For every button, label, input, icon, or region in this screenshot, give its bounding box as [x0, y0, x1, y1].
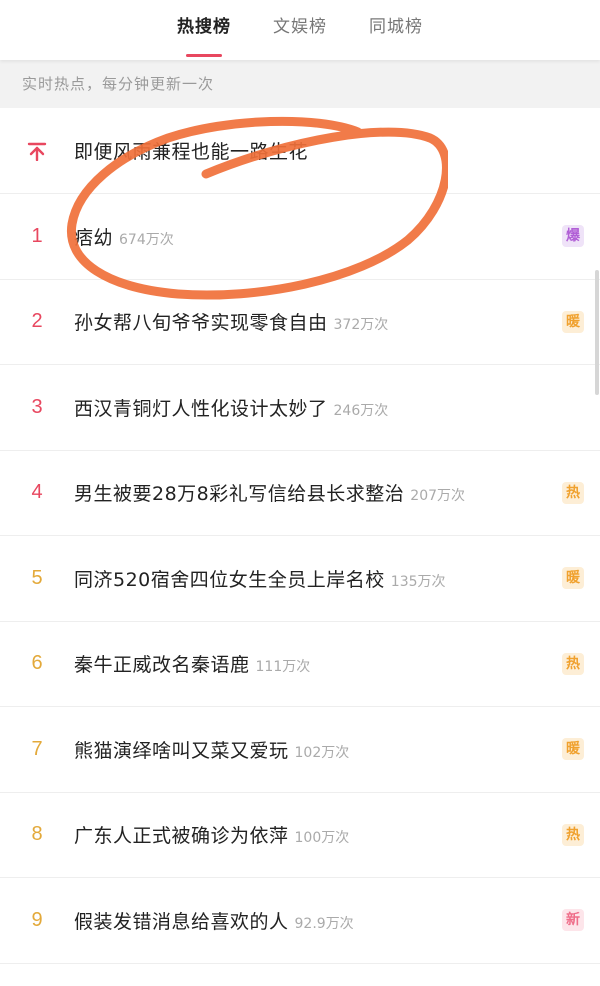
- list-item-title: 广东人正式被确诊为依萍: [74, 825, 289, 848]
- list-item-title: 熊猫演绎啥叫又菜又爱玩: [74, 739, 289, 762]
- search-count: 372万次: [333, 317, 389, 334]
- rank-number: 7: [31, 737, 43, 760]
- list-item-title: 假装发错消息给喜欢的人: [74, 910, 289, 933]
- list-item[interactable]: 9 假装发错消息给喜欢的人 92.9万次 新: [0, 878, 600, 964]
- rank-number: 2: [31, 310, 43, 333]
- list-item-title: 孙女帮八旬爷爷实现零食自由: [74, 312, 328, 335]
- search-count: 246万次: [333, 402, 389, 419]
- list-item-title: 痞幼: [74, 226, 114, 249]
- rank-number: 4: [31, 481, 43, 504]
- rank-number: 5: [31, 566, 43, 589]
- pin-top-icon: [27, 142, 47, 161]
- tab-bar: 热搜榜 文娱榜 同城榜: [0, 0, 600, 60]
- scrollbar[interactable]: [595, 270, 599, 395]
- list-item-title: 秦牛正威改名秦语鹿: [74, 654, 250, 677]
- rank-number: 3: [31, 395, 43, 418]
- list-item[interactable]: 2 孙女帮八旬爷爷实现零食自由 372万次 暖: [0, 280, 600, 365]
- list-item-title: 男生被要28万8彩礼写信给县长求整治: [74, 483, 405, 506]
- hot-badge: 热: [562, 481, 584, 504]
- list-item[interactable]: 1 痞幼 674万次 爆: [0, 194, 600, 280]
- hot-badge: 热: [562, 823, 584, 846]
- rank-number: 8: [31, 823, 43, 846]
- search-count: 135万次: [390, 573, 446, 590]
- warm-badge: 暖: [562, 738, 584, 761]
- list-item-pinned[interactable]: 即便风雨兼程也能一路生花: [0, 108, 600, 194]
- rank-number: 6: [31, 652, 43, 675]
- tab-local[interactable]: 同城榜: [369, 0, 423, 48]
- search-count: 207万次: [410, 488, 466, 505]
- search-count: 100万次: [294, 830, 350, 847]
- list-item-title: 同济520宿舍四位女生全员上岸名校: [74, 568, 385, 591]
- tab-entertainment[interactable]: 文娱榜: [273, 0, 327, 48]
- new-badge: 新: [562, 909, 584, 932]
- list-item[interactable]: 3 西汉青铜灯人性化设计太妙了 246万次: [0, 365, 600, 451]
- list-item[interactable]: 7 熊猫演绎啥叫又菜又爱玩 102万次 暖: [0, 707, 600, 793]
- list-item[interactable]: 5 同济520宿舍四位女生全员上岸名校 135万次 暖: [0, 536, 600, 622]
- search-count: 102万次: [294, 744, 350, 761]
- list-item[interactable]: 6 秦牛正威改名秦语鹿 111万次 热: [0, 622, 600, 707]
- list-item[interactable]: 4 男生被要28万8彩礼写信给县长求整治 207万次 热: [0, 451, 600, 536]
- warm-badge: 暖: [562, 310, 584, 333]
- warm-badge: 暖: [562, 567, 584, 590]
- rank-number: 9: [31, 908, 43, 931]
- search-count: 674万次: [119, 231, 174, 248]
- search-count: 111万次: [255, 659, 311, 676]
- hot-badge: 热: [562, 652, 584, 675]
- search-count: 92.9万次: [294, 915, 354, 932]
- boom-badge: 爆: [562, 225, 584, 248]
- hot-list: 即便风雨兼程也能一路生花 1 痞幼 674万次 爆 2 孙女帮八旬爷爷实现零食自由…: [0, 108, 600, 964]
- rank-number: 1: [31, 224, 43, 247]
- list-item[interactable]: 8 广东人正式被确诊为依萍 100万次 热: [0, 793, 600, 878]
- tab-hot-search[interactable]: 热搜榜: [177, 0, 231, 57]
- list-item-title: 即便风雨兼程也能一路生花: [74, 141, 309, 163]
- update-notice: 实时热点，每分钟更新一次: [0, 60, 600, 108]
- list-item-title: 西汉青铜灯人性化设计太妙了: [74, 397, 328, 420]
